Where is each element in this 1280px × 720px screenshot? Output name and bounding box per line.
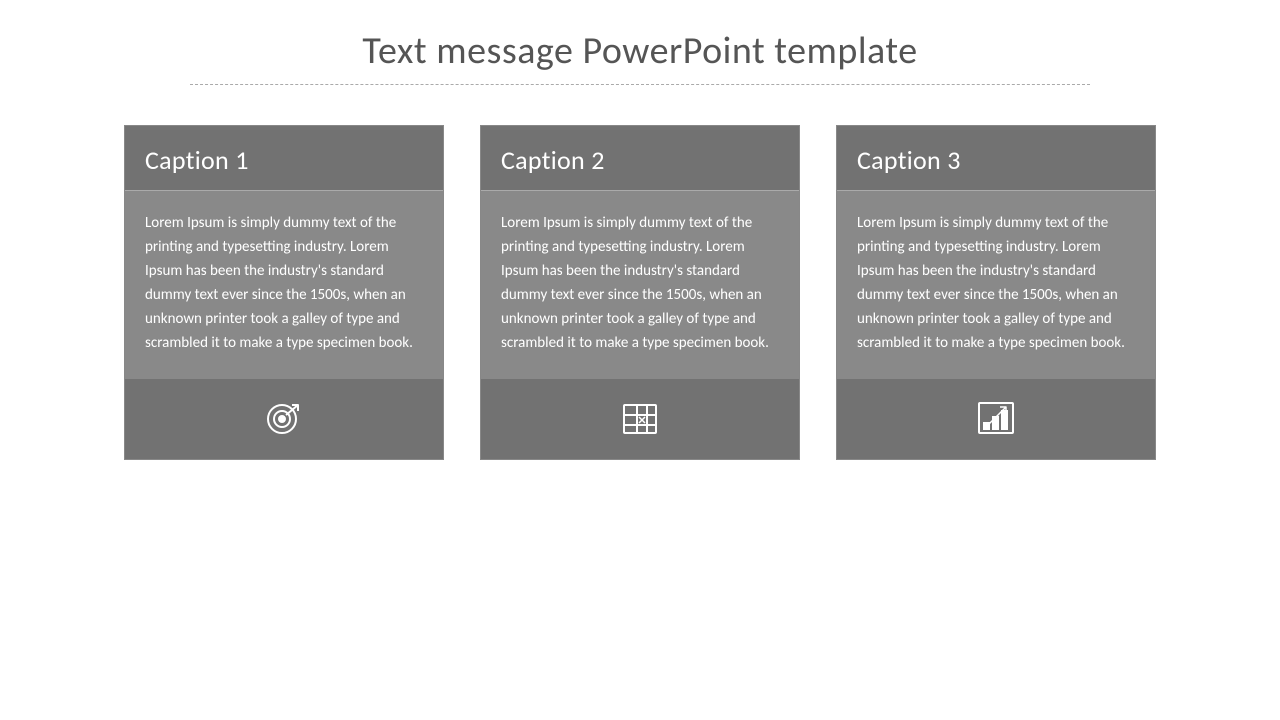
card-1-body: Lorem Ipsum is simply dummy text of the … bbox=[125, 191, 443, 379]
page-title: Text message PowerPoint template bbox=[362, 28, 917, 74]
card-2-body: Lorem Ipsum is simply dummy text of the … bbox=[481, 191, 799, 379]
card-2-text: Lorem Ipsum is simply dummy text of the … bbox=[501, 211, 779, 355]
card-1-text: Lorem Ipsum is simply dummy text of the … bbox=[145, 211, 423, 355]
card-2: Caption 2 Lorem Ipsum is simply dummy te… bbox=[480, 125, 800, 460]
card-3-title: Caption 3 bbox=[857, 144, 961, 176]
card-3-text: Lorem Ipsum is simply dummy text of the … bbox=[857, 211, 1135, 355]
card-3-footer bbox=[837, 379, 1155, 459]
cards-container: Caption 1 Lorem Ipsum is simply dummy te… bbox=[50, 125, 1230, 460]
card-1-title: Caption 1 bbox=[145, 144, 249, 176]
card-3-body: Lorem Ipsum is simply dummy text of the … bbox=[837, 191, 1155, 379]
card-3-header: Caption 3 bbox=[837, 126, 1155, 191]
table-icon bbox=[618, 397, 662, 441]
card-1: Caption 1 Lorem Ipsum is simply dummy te… bbox=[124, 125, 444, 460]
card-1-header: Caption 1 bbox=[125, 126, 443, 191]
card-3: Caption 3 Lorem Ipsum is simply dummy te… bbox=[836, 125, 1156, 460]
chart-icon bbox=[974, 397, 1018, 441]
card-1-footer bbox=[125, 379, 443, 459]
card-2-header: Caption 2 bbox=[481, 126, 799, 191]
target-icon bbox=[262, 397, 306, 441]
card-2-footer bbox=[481, 379, 799, 459]
title-divider bbox=[190, 84, 1090, 85]
card-2-title: Caption 2 bbox=[501, 144, 605, 176]
